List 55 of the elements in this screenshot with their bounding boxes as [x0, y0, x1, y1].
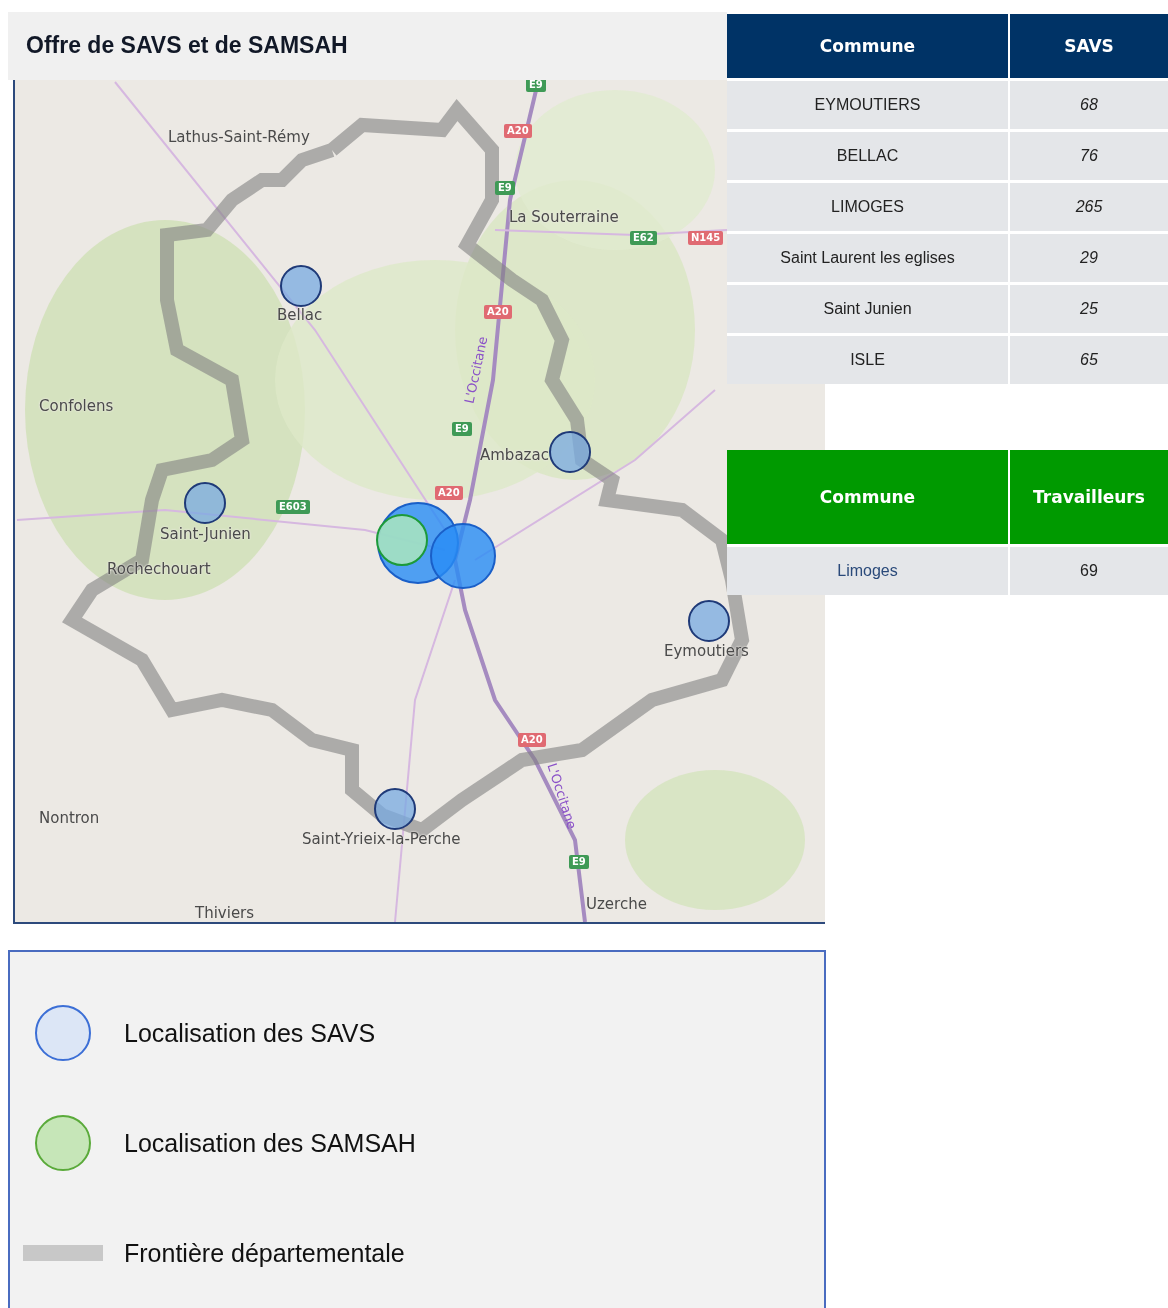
- column-header: Commune: [727, 450, 1009, 546]
- table-cell: LIMOGES: [727, 181, 1009, 233]
- table-cell: BELLAC: [727, 130, 1009, 182]
- place-label: La Souterraine: [509, 208, 619, 226]
- samsah-symbol-icon: [35, 1115, 91, 1171]
- table-cell: 68: [1009, 79, 1168, 131]
- table-cell: Limoges: [727, 545, 1009, 595]
- savs-marker[interactable]: [430, 523, 496, 589]
- savs-marker[interactable]: [184, 482, 226, 524]
- table-cell: ISLE: [727, 334, 1009, 384]
- place-label: Bellac: [277, 306, 323, 324]
- road-number-sign: A20: [518, 733, 546, 747]
- road-number-sign: E9: [495, 181, 515, 195]
- table-cell: 29: [1009, 232, 1168, 284]
- place-label: Confolens: [39, 397, 114, 415]
- place-label: Ambazac: [480, 446, 549, 464]
- panel-title: Offre de SAVS et de SAMSAH: [25, 31, 349, 59]
- table-cell: 25: [1009, 283, 1168, 335]
- place-label: Nontron: [39, 809, 100, 827]
- road-number-sign: E62: [630, 231, 657, 245]
- place-label: Lathus-Saint-Rémy: [168, 128, 310, 146]
- place-label: Uzerche: [586, 895, 647, 913]
- road-number-sign: A20: [504, 124, 532, 138]
- table-cell: 69: [1009, 545, 1168, 595]
- place-label: Saint-Junien: [160, 525, 251, 543]
- table-cell: Saint Junien: [727, 283, 1009, 335]
- savs-marker[interactable]: [688, 600, 730, 642]
- border-line-symbol-icon: [23, 1245, 103, 1261]
- legend-label: Localisation des SAVS: [124, 1018, 376, 1048]
- road-number-sign: E603: [276, 500, 310, 514]
- samsah-marker[interactable]: [376, 514, 428, 566]
- table-cell: Saint Laurent les eglises: [727, 232, 1009, 284]
- table-cell: 65: [1009, 334, 1168, 384]
- table-cell: 265: [1009, 181, 1168, 233]
- savs-symbol-icon: [35, 1005, 91, 1061]
- legend-label: Localisation des SAMSAH: [124, 1128, 416, 1158]
- place-label: Saint-Yrieix-la-Perche: [302, 830, 461, 848]
- road-number-sign: E9: [452, 422, 472, 436]
- place-label: Rochechouart: [107, 560, 211, 578]
- place-label: Thiviers: [195, 904, 255, 922]
- road-number-sign: A20: [435, 486, 463, 500]
- savs-marker[interactable]: [280, 265, 322, 307]
- legend-label: Frontière départementale: [124, 1238, 405, 1268]
- column-header: Travailleurs: [1009, 450, 1168, 546]
- savs-marker[interactable]: [549, 431, 591, 473]
- place-label: Eymoutiers: [664, 642, 749, 660]
- road-number-sign: E9: [526, 80, 546, 92]
- column-header: SAVS: [1009, 14, 1168, 80]
- column-header: Commune: [727, 14, 1009, 80]
- road-number-sign: E9: [569, 855, 589, 869]
- table-cell: 76: [1009, 130, 1168, 182]
- savs-marker[interactable]: [374, 788, 416, 830]
- road-number-sign: A20: [484, 305, 512, 319]
- table-cell: EYMOUTIERS: [727, 79, 1009, 131]
- road-number-sign: N145: [688, 231, 724, 245]
